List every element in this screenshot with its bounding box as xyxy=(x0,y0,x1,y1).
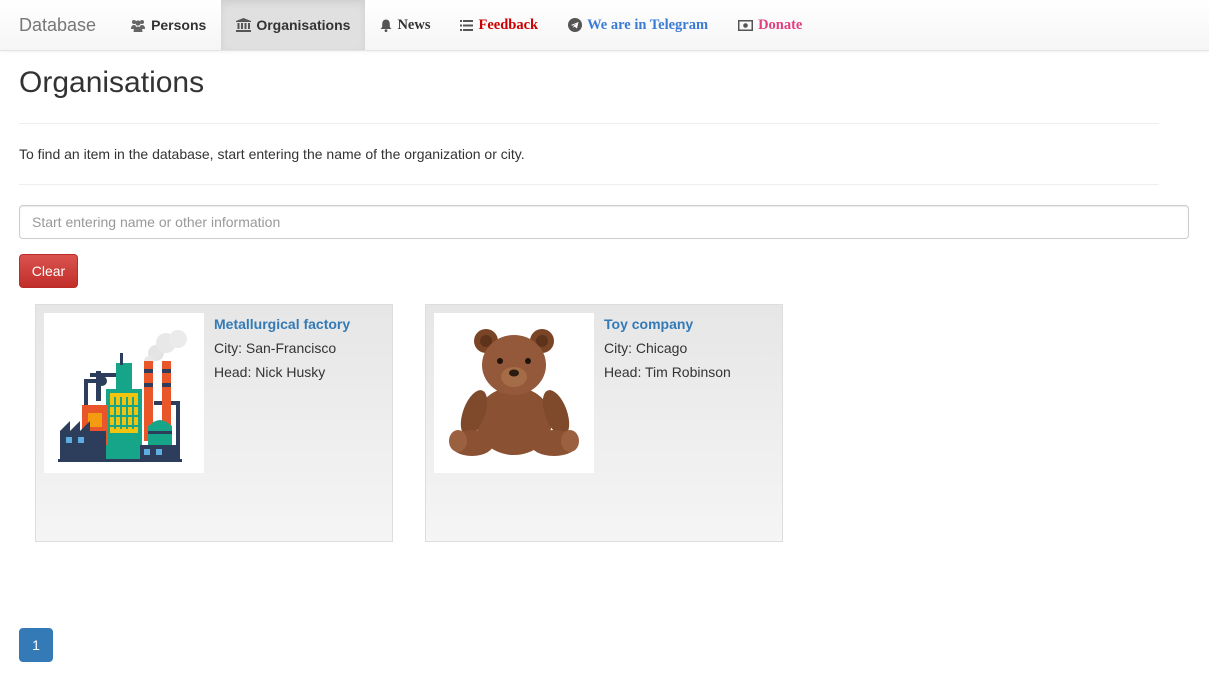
organisation-city: City: San-Francisco xyxy=(214,340,337,356)
list-icon xyxy=(460,19,474,31)
top-navbar: Database Persons Organisations News Feed… xyxy=(0,0,1209,51)
organisation-name-link[interactable]: Toy company xyxy=(604,316,731,332)
users-icon xyxy=(130,19,146,32)
organisation-card-body: Toy company City: Chicago Head: Tim Robi… xyxy=(604,316,731,388)
organisation-name-link[interactable]: Metallurgical factory xyxy=(214,316,350,332)
organisation-city: City: Chicago xyxy=(604,340,688,356)
search-hint: To find an item in the database, start e… xyxy=(19,146,525,162)
search-input[interactable] xyxy=(19,205,1189,239)
factory-illustration[interactable] xyxy=(44,313,204,473)
nav-persons[interactable]: Persons xyxy=(115,0,221,50)
nav-telegram[interactable]: We are in Telegram xyxy=(553,0,723,50)
nav-persons-label: Persons xyxy=(151,17,207,33)
nav-news[interactable]: News xyxy=(365,0,445,50)
bell-icon xyxy=(380,19,392,32)
bank-icon xyxy=(236,18,252,32)
nav-feedback-label: Feedback xyxy=(478,16,539,33)
organisation-card[interactable]: Metallurgical factory City: San-Francisc… xyxy=(35,304,393,542)
organisation-head: Head: Nick Husky xyxy=(214,364,326,380)
telegram-icon xyxy=(568,18,583,32)
nav-organisations-label: Organisations xyxy=(256,17,351,33)
pagination-page-1[interactable]: 1 xyxy=(19,628,53,662)
divider xyxy=(19,123,1159,124)
nav-donate[interactable]: Donate xyxy=(723,0,817,50)
nav-news-label: News xyxy=(397,16,431,33)
nav-telegram-label: We are in Telegram xyxy=(587,16,709,33)
nav-feedback[interactable]: Feedback xyxy=(445,0,553,50)
organisation-card[interactable]: Toy company City: Chicago Head: Tim Robi… xyxy=(425,304,783,542)
page-title: Organisations xyxy=(19,66,205,99)
nav-organisations[interactable]: Organisations xyxy=(221,0,366,50)
clear-button[interactable]: Clear xyxy=(19,254,78,288)
money-icon xyxy=(738,19,754,31)
organisation-head: Head: Tim Robinson xyxy=(604,364,731,380)
divider xyxy=(19,184,1159,185)
organisation-card-body: Metallurgical factory City: San-Francisc… xyxy=(214,316,350,388)
teddy-bear-photo[interactable] xyxy=(434,313,594,473)
nav-donate-label: Donate xyxy=(758,16,803,33)
navbar-brand[interactable]: Database xyxy=(0,0,115,50)
